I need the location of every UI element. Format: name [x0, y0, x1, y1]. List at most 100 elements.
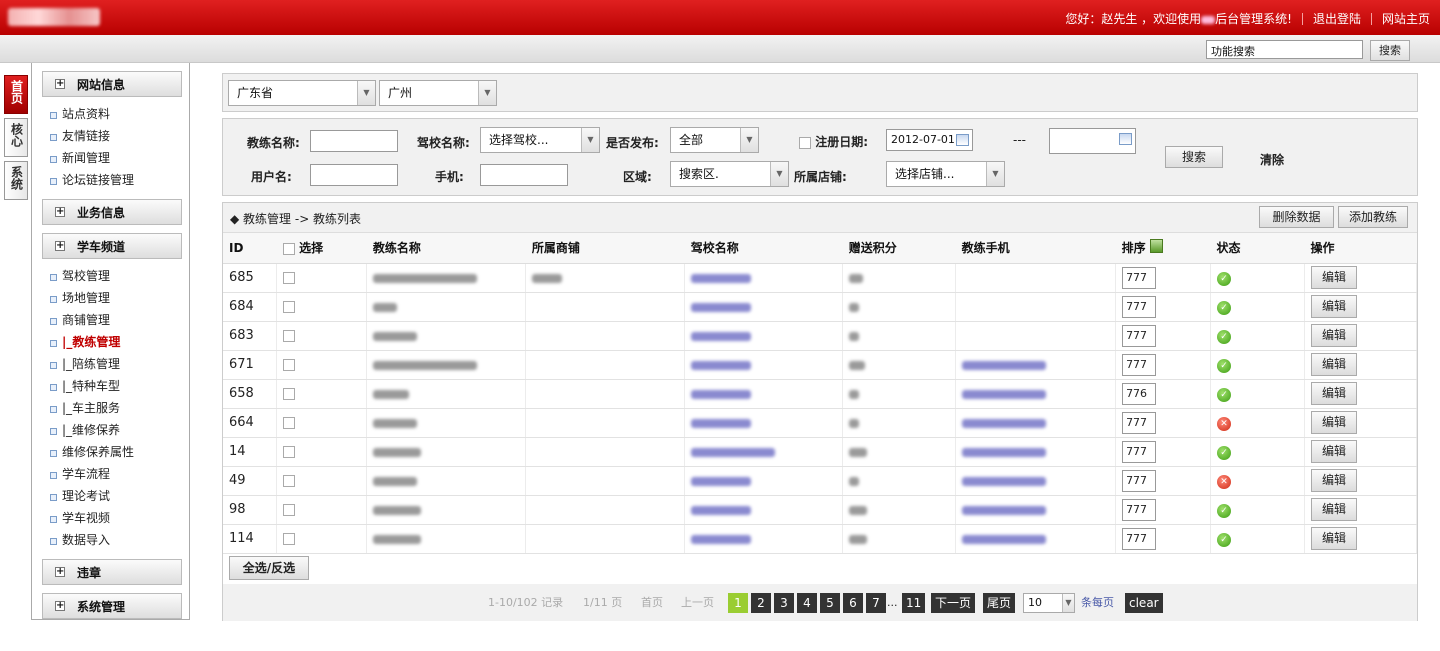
sidebar-item[interactable]: |_陪练管理	[50, 353, 189, 375]
check-icon[interactable]: ✓	[1217, 532, 1232, 547]
store-select[interactable]: 选择店铺... ▼	[886, 161, 1005, 187]
sort-input[interactable]: 777	[1122, 411, 1157, 434]
edit-button[interactable]: 编辑	[1310, 353, 1357, 376]
sidebar-item[interactable]: |_维修保养	[50, 419, 189, 441]
published-select[interactable]: 全部 ▼	[670, 127, 759, 153]
sidebar-item[interactable]: |_特种车型	[50, 375, 189, 397]
page-7[interactable]: 7	[866, 593, 886, 613]
tab-system[interactable]: 系统	[4, 161, 28, 200]
sidebar-item[interactable]: |_车主服务	[50, 397, 189, 419]
sidebar-item[interactable]: 新闻管理	[50, 147, 189, 169]
section-violation[interactable]: + 违章	[42, 559, 182, 585]
edit-button[interactable]: 编辑	[1310, 266, 1357, 289]
username-input[interactable]	[310, 164, 398, 186]
sidebar-item[interactable]: 商铺管理	[50, 309, 189, 331]
row-checkbox[interactable]	[283, 475, 296, 487]
phone-input[interactable]	[480, 164, 568, 186]
check-icon[interactable]: ✓	[1217, 445, 1232, 460]
row-checkbox[interactable]	[283, 359, 296, 371]
logout-link[interactable]: 退出登陆	[1303, 10, 1371, 27]
cross-icon[interactable]: ✕	[1217, 474, 1232, 489]
edit-button[interactable]: 编辑	[1310, 324, 1357, 347]
per-page-select[interactable]: 10 ▼	[1023, 593, 1075, 613]
last-page-button[interactable]: 尾页	[983, 593, 1016, 613]
sidebar-item[interactable]: 理论考试	[50, 485, 189, 507]
sort-input[interactable]: 777	[1122, 498, 1157, 521]
page-1[interactable]: 1	[728, 593, 748, 613]
clear-button[interactable]: clear	[1125, 593, 1163, 613]
coach-name-input[interactable]	[310, 130, 398, 152]
edit-button[interactable]: 编辑	[1310, 498, 1357, 521]
search-button[interactable]: 搜索	[1165, 146, 1223, 168]
row-checkbox[interactable]	[283, 446, 296, 458]
function-search-button[interactable]: 搜索	[1370, 40, 1410, 61]
sort-input[interactable]: 777	[1122, 324, 1157, 347]
check-icon[interactable]: ✓	[1217, 271, 1232, 286]
page-11[interactable]: 11	[902, 593, 926, 613]
sidebar-item[interactable]: 维修保养属性	[50, 441, 189, 463]
tab-home[interactable]: 首页	[4, 75, 28, 114]
area-select[interactable]: 搜索区. ▼	[670, 161, 789, 187]
edit-button[interactable]: 编辑	[1310, 295, 1357, 318]
sort-input[interactable]: 777	[1122, 266, 1157, 289]
select-all-checkbox[interactable]	[282, 242, 295, 255]
sort-input[interactable]: 777	[1122, 469, 1157, 492]
cross-icon[interactable]: ✕	[1217, 416, 1232, 431]
prev-page-link[interactable]: 上一页	[681, 593, 714, 613]
check-icon[interactable]: ✓	[1217, 503, 1232, 518]
section-learn-channel[interactable]: + 学车频道	[42, 233, 182, 259]
province-select[interactable]: 广东省 ▼	[228, 80, 376, 106]
section-business[interactable]: + 业务信息	[42, 199, 182, 225]
edit-button[interactable]: 编辑	[1310, 382, 1357, 405]
site-home-link[interactable]: 网站主页	[1372, 10, 1440, 27]
row-checkbox[interactable]	[283, 417, 296, 429]
section-system[interactable]: + 系统管理	[42, 593, 182, 619]
check-icon[interactable]: ✓	[1217, 387, 1232, 402]
next-page-button[interactable]: 下一页	[931, 593, 976, 613]
city-select[interactable]: 广州 ▼	[379, 80, 497, 106]
sort-input[interactable]: 777	[1122, 440, 1157, 463]
clear-link[interactable]: 清除	[1260, 151, 1284, 168]
sidebar-item[interactable]: 场地管理	[50, 287, 189, 309]
reg-date-checkbox[interactable]	[799, 136, 811, 149]
calendar-icon[interactable]	[956, 134, 969, 146]
edit-button[interactable]: 编辑	[1310, 411, 1357, 434]
check-icon[interactable]: ✓	[1217, 358, 1232, 373]
sidebar-item[interactable]: 数据导入	[50, 529, 189, 551]
row-checkbox[interactable]	[283, 272, 296, 284]
row-checkbox[interactable]	[283, 533, 296, 545]
select-all-toggle-button[interactable]: 全选/反选	[229, 556, 309, 580]
sidebar-item[interactable]: 站点资料	[50, 103, 189, 125]
tab-core[interactable]: 核心	[4, 118, 28, 157]
row-checkbox[interactable]	[283, 301, 296, 313]
date-to-input[interactable]	[1049, 128, 1136, 154]
sidebar-item[interactable]: 学车流程	[50, 463, 189, 485]
edit-button[interactable]: 编辑	[1310, 469, 1357, 492]
check-icon[interactable]: ✓	[1217, 300, 1232, 315]
sort-input[interactable]: 777	[1122, 295, 1157, 318]
add-coach-button[interactable]: 添加教练	[1338, 206, 1408, 228]
sidebar-item[interactable]: 友情链接	[50, 125, 189, 147]
sort-input[interactable]: 777	[1122, 527, 1157, 550]
delete-data-button[interactable]: 删除数据	[1259, 206, 1334, 228]
save-sort-icon[interactable]	[1149, 239, 1163, 254]
page-5[interactable]: 5	[820, 593, 840, 613]
row-checkbox[interactable]	[283, 388, 296, 400]
page-2[interactable]: 2	[751, 593, 771, 613]
row-checkbox[interactable]	[283, 504, 296, 516]
school-select[interactable]: 选择驾校... ▼	[480, 127, 600, 153]
sort-input[interactable]: 776	[1122, 382, 1157, 405]
section-site-info[interactable]: + 网站信息	[42, 71, 182, 97]
first-page-link[interactable]: 首页	[641, 593, 663, 613]
edit-button[interactable]: 编辑	[1310, 440, 1357, 463]
calendar-icon[interactable]	[1119, 133, 1132, 145]
function-search-input[interactable]: 功能搜索	[1206, 40, 1363, 59]
sort-input[interactable]: 777	[1122, 353, 1157, 376]
sidebar-item[interactable]: 学车视频	[50, 507, 189, 529]
date-from-input[interactable]: 2012-07-01	[886, 129, 973, 151]
edit-button[interactable]: 编辑	[1310, 527, 1357, 550]
check-icon[interactable]: ✓	[1217, 329, 1232, 344]
page-3[interactable]: 3	[774, 593, 794, 613]
row-checkbox[interactable]	[283, 330, 296, 342]
sidebar-item[interactable]: 驾校管理	[50, 265, 189, 287]
